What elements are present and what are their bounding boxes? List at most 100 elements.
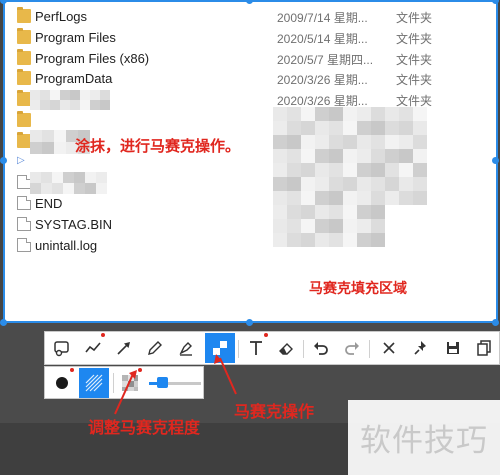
- mosaic-pixel: [343, 149, 357, 163]
- mosaic-icon[interactable]: [205, 333, 235, 363]
- folder-icon: [17, 48, 31, 65]
- mosaic-pixel: [80, 100, 90, 110]
- mosaic-pixel: [413, 163, 427, 177]
- mosaic-pixel: [357, 233, 371, 247]
- folder-icon: [17, 27, 31, 44]
- mosaic-pixel: [329, 121, 343, 135]
- rect-callout-icon[interactable]: [47, 333, 77, 363]
- mosaic-pixel: [399, 149, 413, 163]
- arrow-icon[interactable]: [109, 333, 139, 363]
- file-row[interactable]: unintall.log: [17, 236, 487, 256]
- pin-icon[interactable]: [406, 333, 436, 363]
- resize-handle-bottom-left[interactable]: [0, 319, 7, 326]
- mosaic-pixel: [30, 90, 40, 100]
- mosaic-pixel: [315, 107, 329, 121]
- file-date: 2020/3/26 星期...: [277, 73, 368, 88]
- mosaic-pixel: [273, 219, 287, 233]
- file-type: 文件夹: [396, 11, 433, 25]
- mosaic-pixel: [273, 205, 287, 219]
- active-dot: [70, 368, 74, 372]
- mosaic-pixel: [42, 130, 54, 142]
- mosaic-pixel: [80, 90, 90, 100]
- save-icon[interactable]: [438, 333, 468, 363]
- active-dot: [101, 333, 105, 337]
- mosaic-pixel: [301, 149, 315, 163]
- file-name: unintall.log: [35, 237, 98, 253]
- mosaic-pixel: [413, 135, 427, 149]
- resize-handle-bottom[interactable]: [246, 319, 253, 326]
- mosaic-level-slider[interactable]: [149, 377, 201, 388]
- mosaic-pixel: [96, 172, 107, 183]
- mosaic-pixel: [30, 183, 41, 194]
- file-row[interactable]: PerfLogs 2009/7/14 星期... 文件夹: [17, 7, 487, 27]
- folder-icon: [17, 111, 31, 127]
- close-icon[interactable]: [374, 333, 404, 363]
- active-dot: [264, 333, 268, 337]
- mosaic-pixel: [54, 142, 66, 154]
- mosaic-pixel: [385, 163, 399, 177]
- mosaic-pixel: [385, 121, 399, 135]
- mosaic-pixel: [371, 205, 385, 219]
- mosaic-pixel: [413, 177, 427, 191]
- resize-handle-bottom-right[interactable]: [492, 319, 499, 326]
- mosaic-pixel: [371, 149, 385, 163]
- file-row[interactable]: SYSTAG.BIN: [17, 215, 487, 235]
- redo-icon[interactable]: [337, 333, 367, 363]
- file-date: 2020/5/14 星期...: [277, 31, 368, 46]
- resize-handle-left[interactable]: [0, 157, 7, 164]
- mosaic-pixel: [74, 183, 85, 194]
- mosaic-pixel: [273, 135, 287, 149]
- eraser-icon[interactable]: [271, 333, 301, 363]
- mosaic-pixel: [399, 107, 413, 121]
- mosaic-pixel: [287, 121, 301, 135]
- mosaic-pixel: [301, 107, 315, 121]
- pen-icon[interactable]: [140, 333, 170, 363]
- mosaic-pixel: [371, 191, 385, 205]
- file-row[interactable]: Program Files 2020/5/14 星期... 文件夹: [17, 27, 487, 48]
- mosaic-pixel: [357, 163, 371, 177]
- file-row[interactable]: ProgramData 2020/3/26 星期... 文件夹: [17, 69, 487, 89]
- mosaic-pattern-button[interactable]: [79, 368, 109, 398]
- mosaic-pixel: [52, 172, 63, 183]
- text-icon[interactable]: [241, 333, 271, 363]
- mosaic-pixel: [287, 233, 301, 247]
- toolbar-separator: [238, 340, 239, 358]
- mosaic-pixel: [357, 149, 371, 163]
- mosaic-pixel: [315, 177, 329, 191]
- mosaic-pixel: [357, 191, 371, 205]
- mosaic-pixel: [399, 191, 413, 205]
- mosaic-pixel: [301, 205, 315, 219]
- slider-knob[interactable]: [157, 377, 168, 388]
- copy-icon[interactable]: [469, 333, 499, 363]
- mosaic-pixel: [413, 107, 427, 121]
- mosaic-pixel: [40, 90, 50, 100]
- mosaic-preview-icon: [115, 368, 145, 398]
- mosaic-pixel: [301, 163, 315, 177]
- mosaic-pixel: [100, 100, 110, 110]
- mosaic-pixel: [63, 172, 74, 183]
- mosaic-pixel: [399, 135, 413, 149]
- mosaic-pixel: [371, 177, 385, 191]
- mosaic-pixel: [343, 219, 357, 233]
- watermark-text: 软件技巧: [360, 423, 488, 459]
- mosaic-pixel: [50, 90, 60, 100]
- mosaic-pixel: [40, 100, 50, 110]
- resize-handle-right[interactable]: [492, 157, 499, 164]
- capture-region[interactable]: PerfLogs 2009/7/14 星期... 文件夹 Program Files 2…: [3, 0, 498, 323]
- highlighter-icon[interactable]: [171, 333, 201, 363]
- mosaic-pixel: [63, 183, 74, 194]
- mosaic-pixel: [301, 135, 315, 149]
- mosaic-pixel: [329, 219, 343, 233]
- brush-size-button[interactable]: [47, 368, 77, 398]
- mosaic-pixel: [315, 163, 329, 177]
- mosaic-pixel: [315, 233, 329, 247]
- mosaic-pixel: [399, 177, 413, 191]
- folder-icon: [17, 7, 31, 23]
- mosaic-pixel: [90, 100, 100, 110]
- mosaic-pixel: [371, 135, 385, 149]
- freehand-line-icon[interactable]: [78, 333, 108, 363]
- mosaic-pixel: [273, 191, 287, 205]
- undo-icon[interactable]: [306, 333, 336, 363]
- mosaic-pixel: [329, 191, 343, 205]
- file-row[interactable]: Program Files (x86) 2020/5/7 星期四... 文件夹: [17, 48, 487, 69]
